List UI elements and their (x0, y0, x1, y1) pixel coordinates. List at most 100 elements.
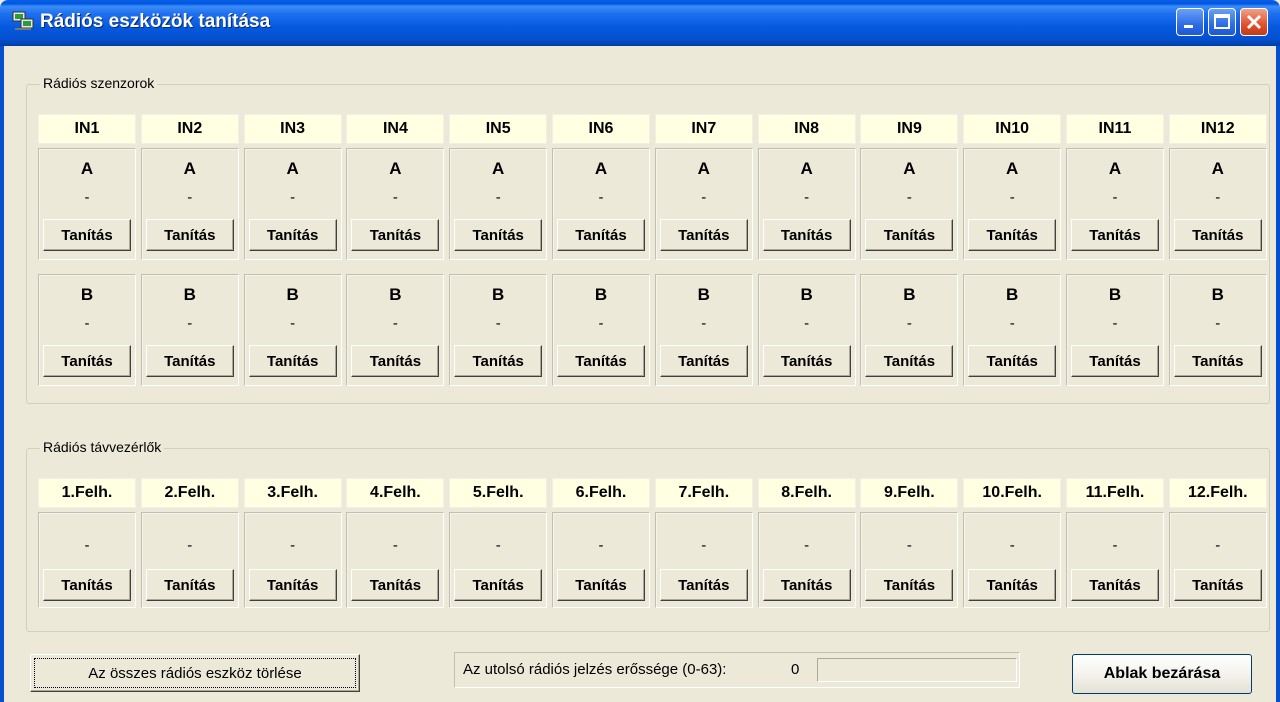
sensor-b-teach-button[interactable]: Tanítás (351, 345, 440, 377)
window-title: Rádiós eszközök tanítása (40, 11, 271, 32)
sensor-a-label: A (1211, 159, 1224, 178)
remote-panel: - Tanítás (140, 512, 239, 608)
remote-value: - (701, 537, 707, 554)
remote-teach-button[interactable]: Tanítás (1071, 569, 1159, 601)
sensor-header: IN10 (963, 114, 1062, 144)
sensor-header: IN7 (654, 114, 753, 144)
sensor-a-teach-button[interactable]: Tanítás (762, 219, 851, 251)
sensor-b-label: B (492, 285, 505, 304)
remote-teach-button[interactable]: Tanítás (454, 569, 543, 601)
sensor-b-label: B (389, 285, 402, 304)
sensor-a-label: A (594, 159, 608, 178)
sensor-a-panel: A - Tanítás (860, 148, 959, 260)
sensor-b-teach-button[interactable]: Tanítás (659, 345, 748, 377)
sensor-b-teach-button[interactable]: Tanítás (1173, 345, 1262, 377)
remote-panel: - Tanítás (552, 512, 650, 608)
sensor-a-label: A (286, 159, 299, 178)
sensor-header: IN2 (140, 114, 239, 144)
sensor-a-panel: A - Tanítás (243, 148, 342, 260)
sensor-a-teach-button[interactable]: Tanítás (659, 219, 748, 251)
sensor-b-label: B (1108, 285, 1122, 304)
sensor-b-teach-button[interactable]: Tanítás (454, 345, 543, 377)
sensor-b-teach-button[interactable]: Tanítás (248, 345, 337, 377)
sensor-b-teach-button[interactable]: Tanítás (762, 345, 851, 377)
sensor-b-panel: B - Tanítás (346, 274, 445, 386)
sensor-b-label: B (903, 285, 916, 304)
remote-header: 4.Felh. (346, 478, 445, 508)
sensor-a-panel: A - Tanítás (140, 148, 239, 260)
remote-value: - (1112, 537, 1118, 554)
remote-teach-button[interactable]: Tanítás (1173, 569, 1262, 601)
sensor-a-teach-button[interactable]: Tanítás (248, 219, 337, 251)
remote-header: 2.Felh. (140, 478, 239, 508)
sensor-a-teach-button[interactable]: Tanítás (968, 219, 1057, 251)
title-bar[interactable]: Rádiós eszközök tanítása (0, 0, 1280, 46)
remote-panel: - Tanítás (1066, 512, 1164, 608)
minimize-button[interactable] (1176, 8, 1204, 36)
sensor-b-teach-button[interactable]: Tanítás (145, 345, 234, 377)
sensor-a-panel: A - Tanítás (449, 148, 548, 260)
sensor-b-teach-button[interactable]: Tanítás (968, 345, 1057, 377)
sensor-a-teach-button[interactable]: Tanítás (1173, 219, 1262, 251)
sensor-b-panel: B - Tanítás (1168, 274, 1267, 386)
remote-teach-button[interactable]: Tanítás (557, 569, 645, 601)
remote-teach-button[interactable]: Tanítás (968, 569, 1057, 601)
sensor-b-value: - (906, 315, 912, 332)
remote-value: - (84, 537, 90, 554)
sensors-group-label: Rádiós szenzorok (40, 75, 158, 91)
sensor-a-label: A (389, 159, 402, 178)
sensor-b-value: - (495, 315, 501, 332)
remote-header: 11.Felh. (1066, 478, 1164, 508)
sensor-b-teach-button[interactable]: Tanítás (557, 345, 645, 377)
remote-header: 10.Felh. (963, 478, 1062, 508)
remote-header: 3.Felh. (243, 478, 342, 508)
remote-teach-button[interactable]: Tanítás (248, 569, 337, 601)
remote-header: 5.Felh. (449, 478, 548, 508)
sensor-a-teach-button[interactable]: Tanítás (557, 219, 645, 251)
remote-teach-button[interactable]: Tanítás (865, 569, 954, 601)
remote-value: - (495, 537, 501, 554)
remote-header: 1.Felh. (38, 478, 136, 508)
delete-all-devices-button[interactable]: Az összes rádiós eszköz törlése (30, 654, 360, 692)
sensor-a-teach-button[interactable]: Tanítás (43, 219, 131, 251)
remote-teach-button[interactable]: Tanítás (762, 569, 851, 601)
sensor-b-teach-button[interactable]: Tanítás (1071, 345, 1159, 377)
remote-teach-button[interactable]: Tanítás (351, 569, 440, 601)
sensor-header: IN4 (346, 114, 445, 144)
sensor-a-label: A (80, 159, 94, 178)
remote-teach-button[interactable]: Tanítás (659, 569, 748, 601)
sensor-a-value: - (598, 189, 604, 206)
remote-teach-button[interactable]: Tanítás (145, 569, 234, 601)
sensor-b-panel: B - Tanítás (140, 274, 239, 386)
sensor-b-label: B (594, 285, 608, 304)
remote-header: 7.Felh. (654, 478, 753, 508)
sensor-a-panel: A - Tanítás (1168, 148, 1267, 260)
sensor-a-value: - (187, 189, 193, 206)
sensor-a-teach-button[interactable]: Tanítás (1071, 219, 1159, 251)
sensor-a-teach-button[interactable]: Tanítás (145, 219, 234, 251)
maximize-button[interactable] (1208, 8, 1236, 36)
sensor-b-panel: B - Tanítás (243, 274, 342, 386)
sensor-a-label: A (492, 159, 505, 178)
remote-value: - (804, 537, 810, 554)
sensor-b-label: B (1006, 285, 1019, 304)
remote-value: - (598, 537, 604, 554)
remote-teach-button[interactable]: Tanítás (43, 569, 131, 601)
sensor-a-panel: A - Tanítás (38, 148, 136, 260)
sensor-header: IN11 (1066, 114, 1164, 144)
sensor-a-teach-button[interactable]: Tanítás (865, 219, 954, 251)
close-window-button[interactable]: Ablak bezárása (1072, 654, 1252, 694)
sensor-header: IN9 (860, 114, 959, 144)
close-button[interactable] (1240, 8, 1268, 36)
remote-header: 12.Felh. (1168, 478, 1267, 508)
remote-value: - (392, 537, 398, 554)
sensor-b-teach-button[interactable]: Tanítás (43, 345, 131, 377)
signal-strength-field: Az utolsó rádiós jelzés erőssége (0-63):… (454, 652, 1020, 688)
sensor-a-value: - (1009, 189, 1015, 206)
sensor-b-teach-button[interactable]: Tanítás (865, 345, 954, 377)
sensor-a-teach-button[interactable]: Tanítás (454, 219, 543, 251)
sensor-a-teach-button[interactable]: Tanítás (351, 219, 440, 251)
sensor-header: IN3 (243, 114, 342, 144)
sensor-b-panel: B - Tanítás (449, 274, 548, 386)
sensor-b-value: - (701, 315, 707, 332)
